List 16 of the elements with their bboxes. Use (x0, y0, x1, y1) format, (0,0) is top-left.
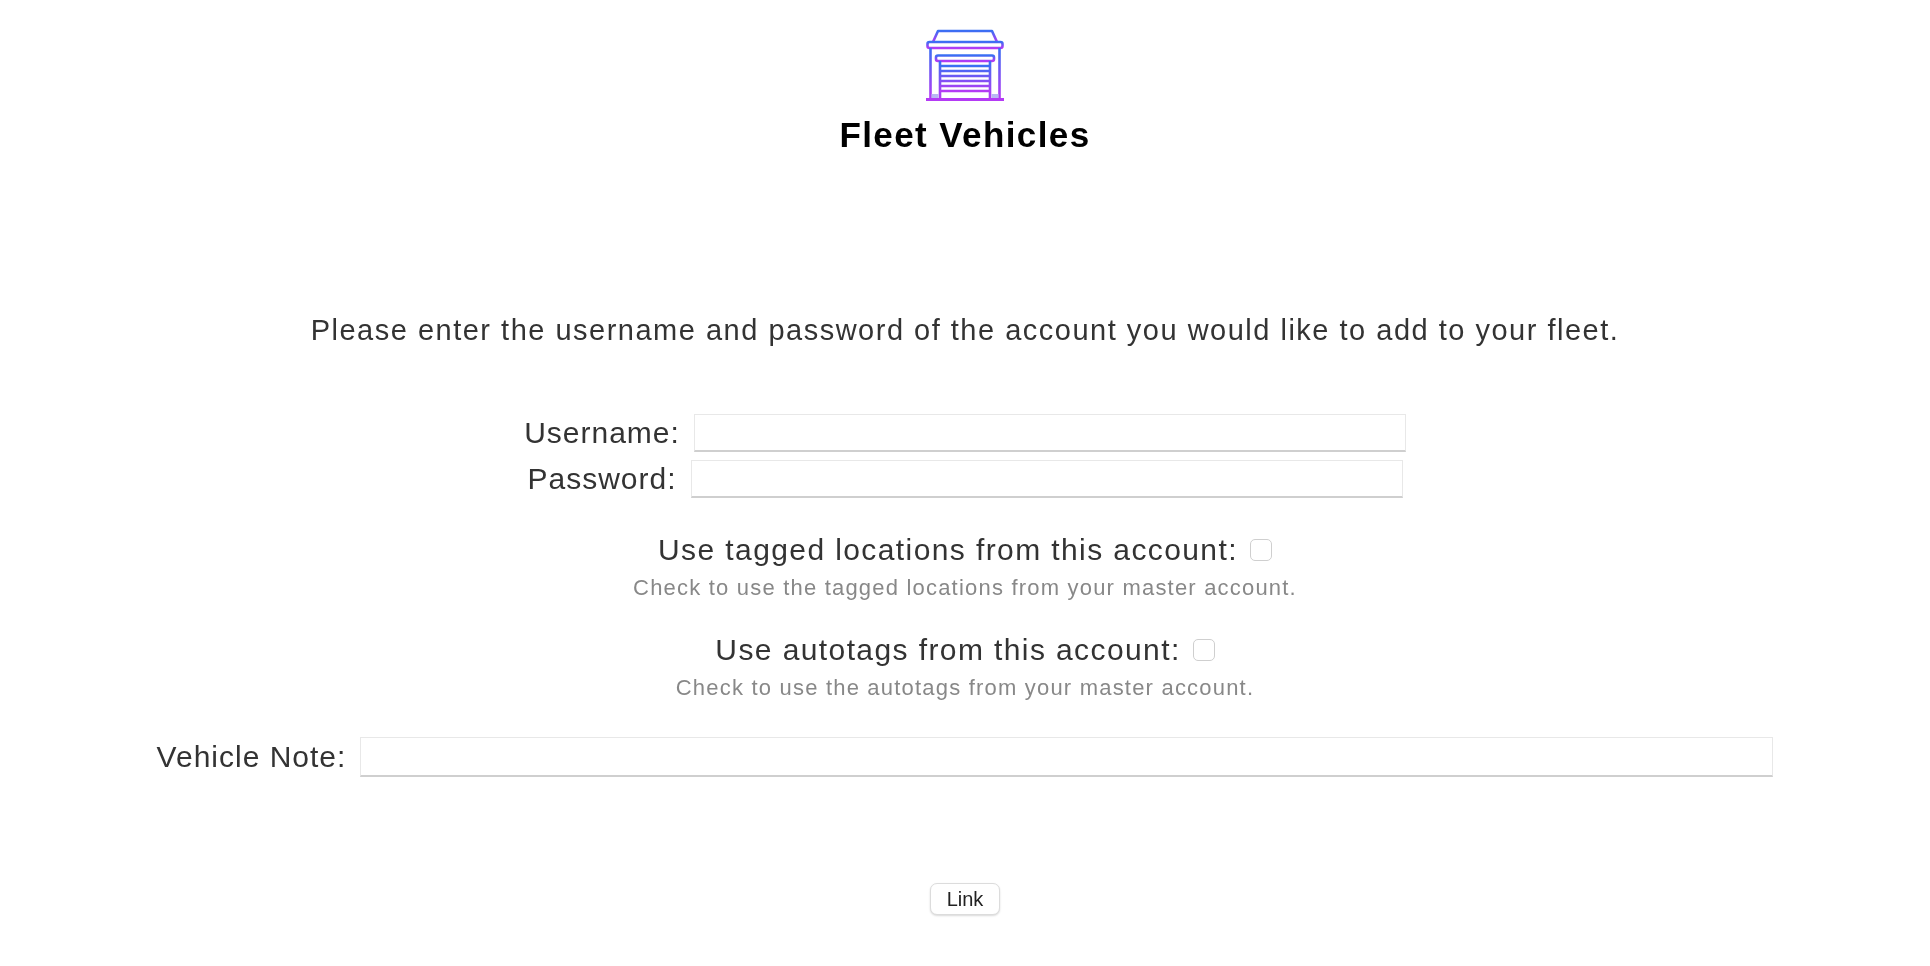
link-button[interactable]: Link (930, 883, 1000, 915)
garage-icon (926, 28, 1004, 101)
field-label: Vehicle Note: (156, 740, 347, 774)
option-hint: Check to use the autotags from your master account. (675, 675, 1255, 701)
input-field[interactable] (360, 737, 1774, 777)
field-label: Username: (524, 416, 680, 450)
instructions-text: Please enter the username and password of the account you would like to add to your fleet. (310, 313, 1620, 347)
option-label: Use autotags from this account: (715, 633, 1181, 667)
option-hint: Check to use the tagged locations from your master account. (633, 575, 1297, 601)
input-field[interactable] (690, 460, 1403, 498)
app-title: Fleet Vehicles (839, 115, 1091, 155)
option-label: Use tagged locations from this account: (658, 533, 1238, 567)
input-field[interactable] (693, 414, 1406, 452)
checkbox[interactable] (1249, 539, 1272, 561)
checkbox[interactable] (1192, 639, 1215, 661)
field-label: Password: (527, 462, 677, 496)
